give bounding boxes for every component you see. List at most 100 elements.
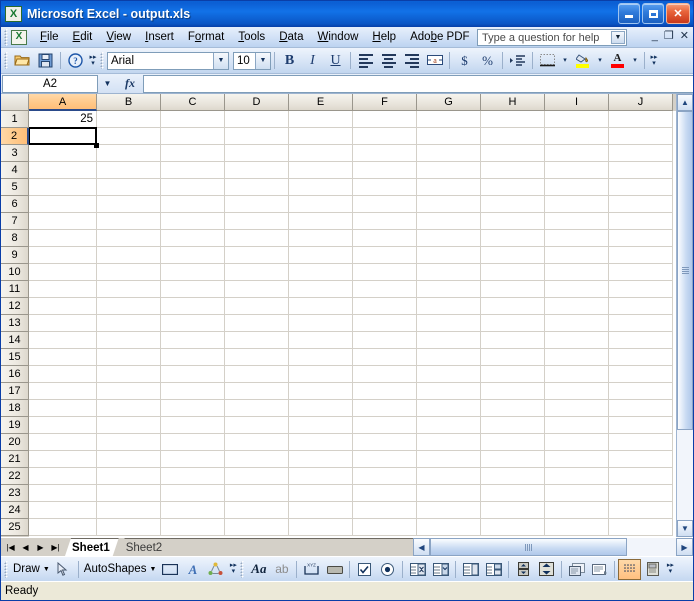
cell-E1[interactable]	[289, 111, 353, 128]
cell-B20[interactable]	[97, 434, 161, 451]
cell-B12[interactable]	[97, 298, 161, 315]
cell-F3[interactable]	[353, 145, 417, 162]
cell-J25[interactable]	[609, 519, 673, 536]
cell-B6[interactable]	[97, 196, 161, 213]
cell-J20[interactable]	[609, 434, 673, 451]
cell-F9[interactable]	[353, 247, 417, 264]
cell-E15[interactable]	[289, 349, 353, 366]
cell-D13[interactable]	[225, 315, 289, 332]
cell-B15[interactable]	[97, 349, 161, 366]
cell-H24[interactable]	[481, 502, 545, 519]
fill-color-icon[interactable]	[571, 50, 594, 72]
doc-minimize-button[interactable]: _	[652, 30, 658, 43]
cell-C23[interactable]	[161, 485, 225, 502]
cell-F12[interactable]	[353, 298, 417, 315]
cell-I21[interactable]	[545, 451, 609, 468]
cell-A23[interactable]	[29, 485, 97, 502]
cell-A12[interactable]	[29, 298, 97, 315]
cell-H1[interactable]	[481, 111, 545, 128]
cell-I9[interactable]	[545, 247, 609, 264]
cell-C15[interactable]	[161, 349, 225, 366]
cell-F25[interactable]	[353, 519, 417, 536]
increase-indent-icon[interactable]	[506, 50, 529, 72]
menu-item-window[interactable]: Window	[311, 28, 366, 46]
name-box[interactable]: A2	[2, 74, 98, 93]
cell-D6[interactable]	[225, 196, 289, 213]
cell-D25[interactable]	[225, 519, 289, 536]
cell-B7[interactable]	[97, 213, 161, 230]
cell-J9[interactable]	[609, 247, 673, 264]
cell-B16[interactable]	[97, 366, 161, 383]
cell-A20[interactable]	[29, 434, 97, 451]
cell-J1[interactable]	[609, 111, 673, 128]
row-header-9[interactable]: 9	[1, 247, 29, 264]
vertical-scroll-track[interactable]	[677, 111, 693, 520]
cell-E10[interactable]	[289, 264, 353, 281]
cell-G4[interactable]	[417, 162, 481, 179]
cell-C24[interactable]	[161, 502, 225, 519]
horizontal-scroll-thumb[interactable]	[430, 538, 627, 556]
row-header-17[interactable]: 17	[1, 383, 29, 400]
cell-A24[interactable]	[29, 502, 97, 519]
cell-J16[interactable]	[609, 366, 673, 383]
row-header-21[interactable]: 21	[1, 451, 29, 468]
cell-H3[interactable]	[481, 145, 545, 162]
close-button[interactable]: ✕	[666, 3, 690, 24]
cell-D8[interactable]	[225, 230, 289, 247]
cell-G7[interactable]	[417, 213, 481, 230]
row-header-10[interactable]: 10	[1, 264, 29, 281]
cell-C14[interactable]	[161, 332, 225, 349]
cell-D16[interactable]	[225, 366, 289, 383]
align-left-icon[interactable]	[354, 50, 377, 72]
cell-C3[interactable]	[161, 145, 225, 162]
row-header-11[interactable]: 11	[1, 281, 29, 298]
cell-A16[interactable]	[29, 366, 97, 383]
cell-E22[interactable]	[289, 468, 353, 485]
select-all-corner[interactable]	[1, 94, 29, 111]
controls-toolbar-grip-icon[interactable]	[239, 560, 247, 578]
cell-E4[interactable]	[289, 162, 353, 179]
cell-C6[interactable]	[161, 196, 225, 213]
checkbox-icon[interactable]	[353, 559, 376, 580]
vertical-scrollbar[interactable]: ▲ ▼	[676, 94, 693, 537]
scroll-up-button[interactable]: ▲	[677, 94, 693, 111]
cell-I20[interactable]	[545, 434, 609, 451]
cell-B19[interactable]	[97, 417, 161, 434]
sheet-tab-sheet2[interactable]: Sheet2	[119, 538, 171, 556]
cell-G17[interactable]	[417, 383, 481, 400]
cell-A7[interactable]	[29, 213, 97, 230]
save-disk-icon[interactable]	[34, 50, 57, 72]
menu-item-adobe-pdf[interactable]: Adobe PDF	[403, 28, 476, 46]
cell-B8[interactable]	[97, 230, 161, 247]
cell-H10[interactable]	[481, 264, 545, 281]
row-header-16[interactable]: 16	[1, 366, 29, 383]
underline-button[interactable]: U	[324, 50, 347, 72]
cell-A8[interactable]	[29, 230, 97, 247]
cell-H4[interactable]	[481, 162, 545, 179]
scroll-left-button[interactable]: ◀	[413, 538, 430, 556]
cell-G18[interactable]	[417, 400, 481, 417]
cell-A19[interactable]	[29, 417, 97, 434]
cell-J3[interactable]	[609, 145, 673, 162]
cell-C8[interactable]	[161, 230, 225, 247]
button-icon[interactable]	[323, 559, 346, 580]
toolbar-overflow-button[interactable]: ▸▸ ▾	[87, 50, 99, 72]
cell-D5[interactable]	[225, 179, 289, 196]
cell-D2[interactable]	[225, 128, 289, 145]
cell-H25[interactable]	[481, 519, 545, 536]
cell-G14[interactable]	[417, 332, 481, 349]
cell-F14[interactable]	[353, 332, 417, 349]
sheet-tab-sheet1[interactable]: Sheet1	[65, 538, 119, 556]
row-header-23[interactable]: 23	[1, 485, 29, 502]
maximize-button[interactable]	[642, 3, 664, 24]
cell-F17[interactable]	[353, 383, 417, 400]
cell-E21[interactable]	[289, 451, 353, 468]
row-header-5[interactable]: 5	[1, 179, 29, 196]
cell-J5[interactable]	[609, 179, 673, 196]
textbox-icon[interactable]: Aa	[247, 559, 270, 580]
fill-handle[interactable]	[94, 143, 99, 148]
drawing-overflow-right[interactable]: ▸▸ ▾	[664, 558, 676, 580]
font-size-combo[interactable]: 10 ▼	[233, 51, 271, 70]
row-header-22[interactable]: 22	[1, 468, 29, 485]
cell-I23[interactable]	[545, 485, 609, 502]
